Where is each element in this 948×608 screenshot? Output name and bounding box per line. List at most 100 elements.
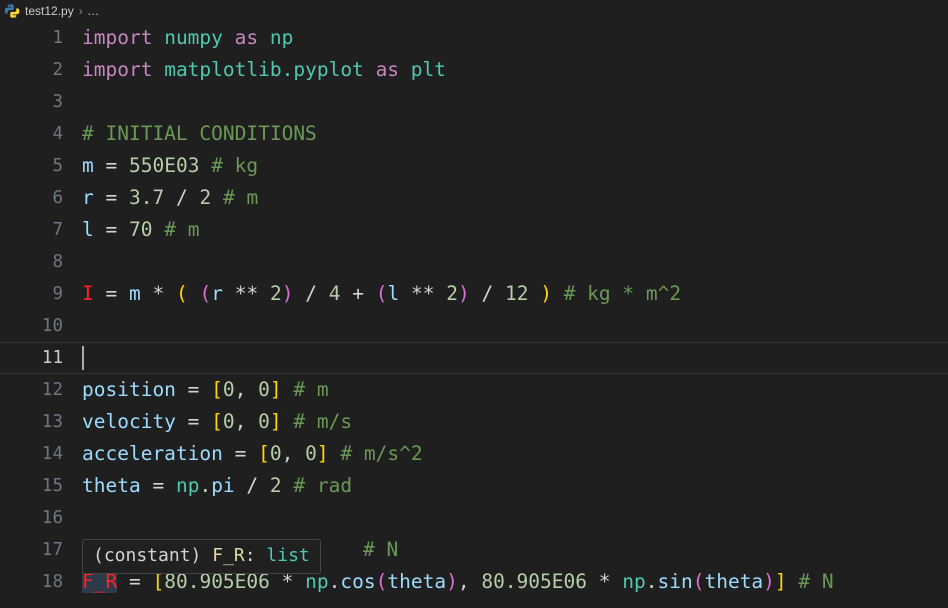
token-operator: / — [175, 186, 188, 209]
breadcrumb-more[interactable]: ... — [88, 4, 100, 18]
code-line[interactable]: 8 — [0, 246, 948, 278]
token-comma: , — [457, 570, 470, 593]
token-comment: # INITIAL CONDITIONS — [82, 122, 317, 145]
line-source[interactable]: I = m * ( (r ** 2) / 4 + (l ** 2) / 12 )… — [63, 278, 681, 310]
code-line[interactable]: 3 — [0, 86, 948, 118]
hover-tooltip: (constant) F_R: list — [82, 539, 321, 574]
line-number: 8 — [52, 252, 63, 272]
code-line[interactable]: 2 import matplotlib.pyplot as plt — [0, 54, 948, 86]
token-operator: * — [598, 570, 611, 593]
text-cursor — [82, 345, 84, 370]
token-module: numpy — [164, 26, 223, 49]
token-dot: . — [328, 570, 341, 593]
token-bracket: ) — [763, 570, 775, 593]
code-line[interactable]: 9 I = m * ( (r ** 2) / 4 + (l ** 2) / 12… — [0, 278, 948, 310]
code-line[interactable]: 4 # INITIAL CONDITIONS — [0, 118, 948, 150]
token-bracket: [ — [211, 378, 223, 401]
breadcrumb: test12.py › ... — [0, 0, 948, 22]
code-line[interactable]: 13 velocity = [0, 0] # m/s — [0, 406, 948, 438]
token-variable: velocity — [82, 410, 176, 433]
line-number: 3 — [52, 92, 63, 112]
code-line-active[interactable]: 11 — [0, 342, 948, 374]
token-operator: = — [105, 186, 118, 209]
breadcrumb-file[interactable]: test12.py — [25, 4, 74, 18]
code-editor[interactable]: 1 import numpy as np 2 import matplotlib… — [0, 22, 948, 608]
token-comment: # m — [222, 186, 259, 209]
token-number: 80.905E06 — [481, 570, 587, 593]
code-line[interactable]: 1 import numpy as np — [0, 22, 948, 54]
line-number: 9 — [52, 284, 63, 304]
token-bracket: ] — [269, 410, 282, 433]
line-number: 13 — [41, 412, 63, 432]
line-source[interactable]: r = 3.7 / 2 # m — [63, 182, 258, 214]
token-keyword: import — [82, 58, 153, 81]
line-source[interactable]: import matplotlib.pyplot as plt — [63, 54, 446, 86]
token-variable: r — [82, 186, 94, 209]
token-variable: l — [387, 282, 400, 305]
line-number: 16 — [41, 508, 63, 528]
token-operator: + — [352, 282, 364, 305]
line-source[interactable]: # INITIAL CONDITIONS — [63, 118, 317, 150]
line-source[interactable]: velocity = [0, 0] # m/s — [63, 406, 352, 438]
token-bracket: ) — [540, 282, 552, 305]
token-bracket: [ — [211, 410, 223, 433]
line-number: 14 — [41, 444, 63, 464]
token-operator: = — [105, 154, 118, 177]
line-source[interactable]: l = 70 # m — [63, 214, 199, 246]
line-number-active: 11 — [41, 348, 63, 368]
line-number: 6 — [52, 188, 63, 208]
code-line[interactable]: 16 — [0, 502, 948, 534]
token-number: 12 — [504, 282, 529, 305]
line-number: 7 — [52, 220, 63, 240]
token-bracket: ) — [457, 282, 470, 305]
line-number: 17 — [41, 540, 63, 560]
line-source[interactable]: theta = np.pi / 2 # rad — [63, 470, 352, 502]
line-number: 4 — [52, 124, 63, 144]
token-module: matplotlib — [164, 58, 282, 81]
token-number: 2 — [446, 282, 458, 305]
token-property: pi — [211, 474, 235, 497]
token-alias: plt — [410, 58, 447, 81]
code-line[interactable]: 14 acceleration = [0, 0] # m/s^2 — [0, 438, 948, 470]
token-number: 2 — [199, 186, 212, 209]
line-source[interactable]: import numpy as np — [63, 22, 293, 54]
line-number: 1 — [52, 28, 63, 48]
token-comment: # N — [798, 570, 834, 593]
code-line[interactable]: 7 l = 70 # m — [0, 214, 948, 246]
token-function: cos — [340, 570, 376, 593]
token-operator: * — [152, 282, 165, 305]
token-number: 3.7 — [129, 186, 165, 209]
line-source[interactable]: m = 550E03 # kg — [63, 150, 258, 182]
token-variable: theta — [82, 474, 141, 497]
token-number: 4 — [328, 282, 341, 305]
line-number: 10 — [41, 316, 63, 336]
line-source[interactable] — [63, 342, 84, 374]
token-bracket: ] — [774, 570, 787, 593]
token-keyword: import — [82, 26, 153, 49]
token-variable: position — [82, 378, 176, 401]
line-number: 5 — [52, 156, 63, 176]
token-comment: # m — [293, 378, 329, 401]
token-comment: # m/s^2 — [340, 442, 423, 465]
token-number: 0 — [258, 378, 270, 401]
token-bracket: [ — [258, 442, 270, 465]
token-variable: r — [211, 282, 223, 305]
code-line[interactable]: 5 m = 550E03 # kg — [0, 150, 948, 182]
token-operator: / — [305, 282, 317, 305]
token-comment: # m — [164, 218, 200, 241]
code-line[interactable]: 10 — [0, 310, 948, 342]
token-bracket: ( — [375, 570, 388, 593]
token-bracket: ( — [199, 282, 212, 305]
token-bracket: ( — [176, 282, 188, 305]
line-source[interactable]: position = [0, 0] # m — [63, 374, 329, 406]
token-operator: = — [105, 282, 118, 305]
token-operator: = — [187, 410, 200, 433]
token-number: 0 — [222, 410, 235, 433]
token-number: 2 — [269, 474, 282, 497]
code-line[interactable]: 6 r = 3.7 / 2 # m — [0, 182, 948, 214]
hover-kind: (constant) — [93, 545, 202, 566]
code-line[interactable]: 15 theta = np.pi / 2 # rad — [0, 470, 948, 502]
code-line[interactable]: 12 position = [0, 0] # m — [0, 374, 948, 406]
line-source[interactable]: acceleration = [0, 0] # m/s^2 — [63, 438, 423, 470]
token-alias: np — [269, 26, 294, 49]
